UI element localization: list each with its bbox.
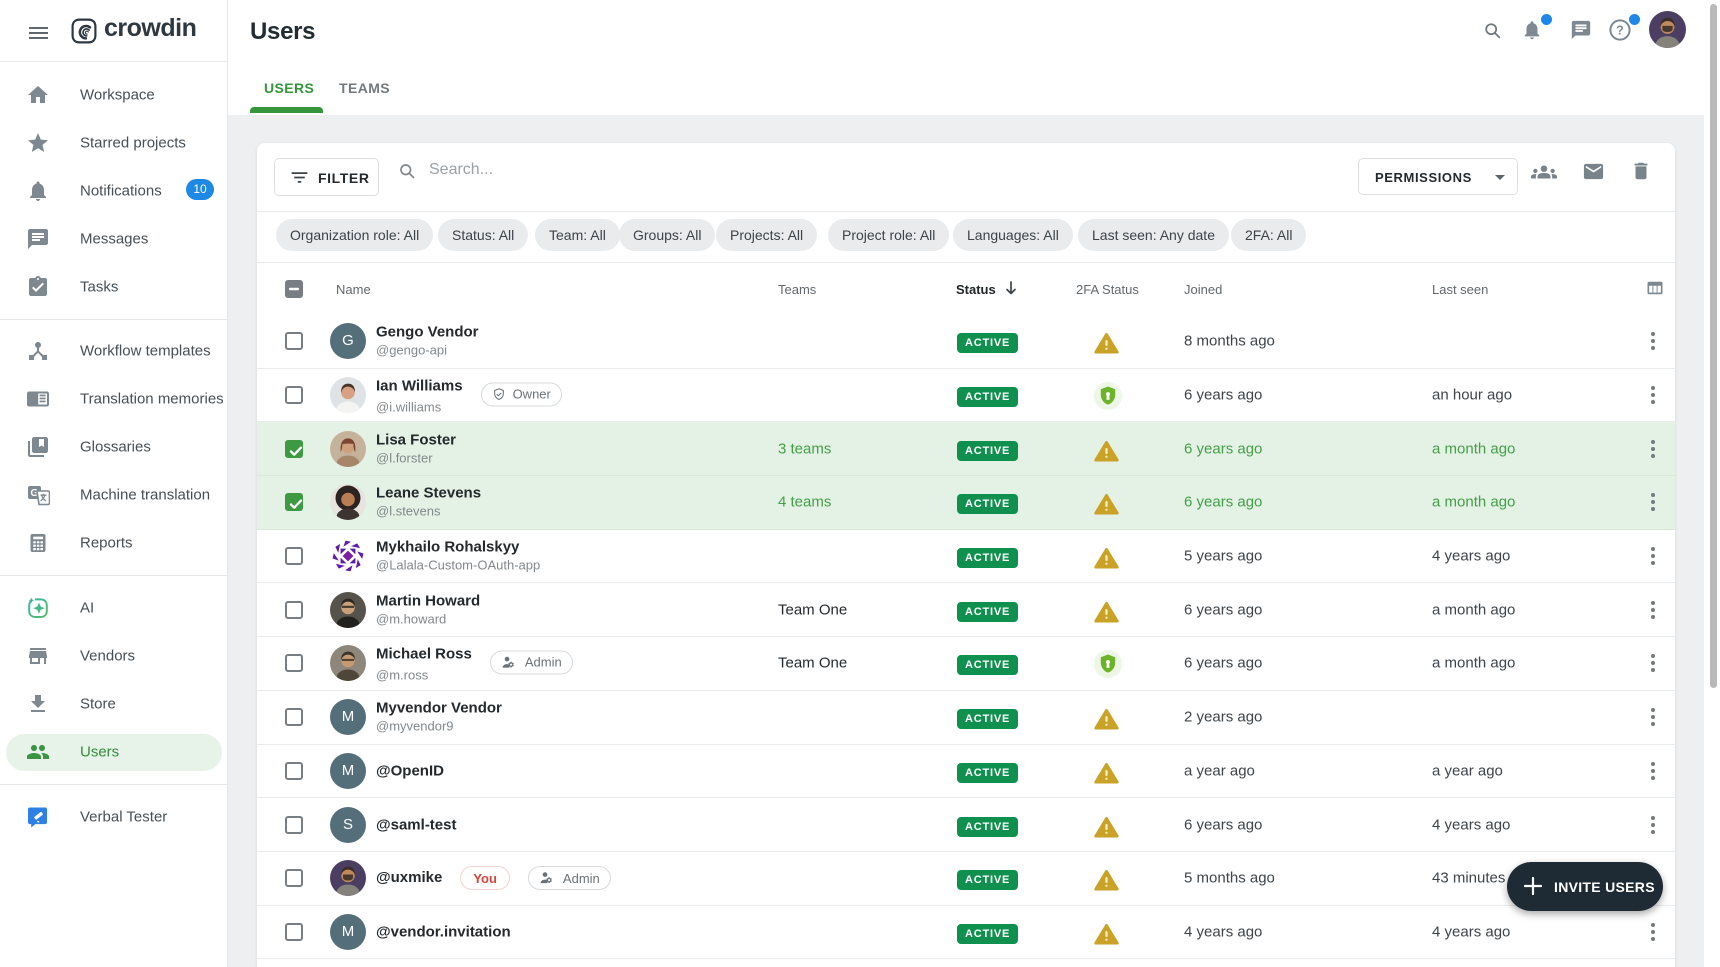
svg-text:?: ? [1616, 24, 1624, 38]
